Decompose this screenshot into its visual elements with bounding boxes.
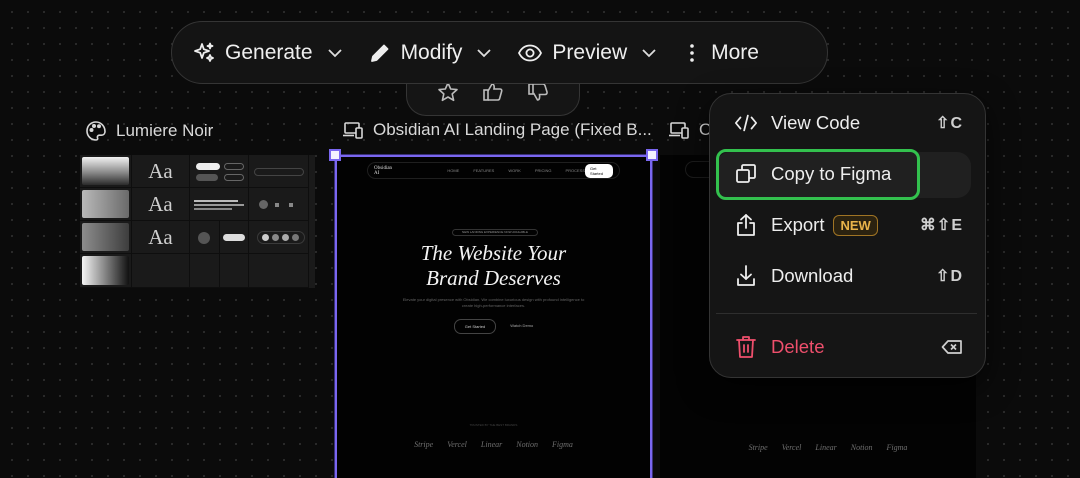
menu-item-export[interactable]: Export NEW ⌘⇧E: [734, 210, 963, 240]
trash-icon: [734, 335, 758, 359]
menu-item-label: Export: [771, 214, 825, 235]
chevron-down-icon: [475, 44, 493, 62]
menu-item-label: Download: [771, 265, 854, 286]
chevron-down-icon: [640, 44, 658, 62]
preview-navbar: Obsidian AI HOME FEATURES WORK PRICING P…: [367, 162, 620, 179]
preview-nav-links: HOME FEATURES WORK PRICING PROCESS: [447, 168, 586, 173]
preview-logo: Obsidian AI: [374, 165, 393, 176]
menu-item-view-code[interactable]: View Code ⇧C: [734, 108, 963, 138]
generate-menu-button[interactable]: Generate: [192, 41, 344, 65]
modify-label: Modify: [400, 40, 463, 64]
icon-samples: [249, 188, 309, 221]
palette-icon: [85, 120, 107, 142]
frame-title: Obsidian AI Landing Page (Fixed B...: [373, 120, 652, 139]
preview-hero-title: The Website Your Brand Deserves: [420, 241, 567, 290]
backspace-key-icon: [941, 338, 963, 356]
menu-divider: [716, 313, 977, 314]
design-system-board[interactable]: Aa Aa Aa: [80, 155, 315, 288]
toggle-samples: [249, 221, 309, 254]
menu-item-copy-to-figma[interactable]: Copy to Figma: [734, 159, 963, 189]
knob-sample: [190, 221, 220, 254]
swatch-neutral: [80, 254, 132, 288]
responsive-devices-icon: [668, 120, 690, 140]
shortcut-hint: ⌘⇧E: [919, 217, 963, 234]
menu-item-label: Copy to Figma: [771, 163, 892, 184]
button-samples: [190, 155, 249, 188]
pencil-icon: [368, 41, 392, 65]
swatch-tertiary: [80, 221, 132, 254]
frame-title: Lumiere Noir: [116, 121, 214, 140]
thumbs-up-icon[interactable]: [482, 81, 504, 103]
eye-icon: [517, 41, 543, 65]
kebab-icon: [688, 42, 696, 64]
frame-label-landing-page[interactable]: Obsidian AI Landing Page (Fixed B...: [342, 120, 652, 140]
text-lines-sample: [190, 188, 249, 221]
preview-brands-caption: TRUSTED BY THE BEST BRANDS: [469, 423, 518, 427]
swatch-primary: [80, 155, 132, 188]
modify-menu-button[interactable]: Modify: [368, 41, 494, 65]
type-sample: Aa: [132, 221, 190, 254]
landing-page-frame[interactable]: Obsidian AI HOME FEATURES WORK PRICING P…: [335, 155, 652, 478]
frame-label-third[interactable]: O: [668, 120, 710, 140]
preview-nav-cta: Get Started: [585, 163, 613, 178]
shortcut-hint: ⇧C: [936, 115, 963, 132]
menu-item-delete[interactable]: Delete: [734, 332, 963, 362]
menu-item-download[interactable]: Download ⇧D: [734, 261, 963, 291]
new-badge: NEW: [833, 214, 878, 236]
menu-item-label: View Code: [771, 112, 861, 133]
preview-hero-pill: NEW LANDING EXPERIENCE NOW AVAILABLE: [452, 229, 538, 236]
share-export-icon: [734, 213, 758, 237]
more-menu-button[interactable]: More: [688, 41, 759, 65]
generate-label: Generate: [225, 40, 313, 64]
copy-icon: [734, 162, 758, 186]
third-brand-logos: Stripe Vercel Linear Notion Figma: [748, 443, 908, 452]
chip-sample: [220, 221, 249, 254]
more-label: More: [711, 40, 759, 64]
type-sample: Aa: [132, 155, 190, 188]
sparkle-icon: [192, 41, 216, 65]
more-context-menu: View Code ⇧C Copy to Figma Export NEW ⌘⇧…: [709, 93, 986, 378]
code-icon: [734, 111, 758, 135]
resize-handle-top-left[interactable]: [329, 149, 341, 161]
thumbs-down-icon[interactable]: [527, 81, 549, 103]
search-sample: [249, 155, 309, 188]
shortcut-hint: ⇧D: [936, 268, 963, 285]
responsive-devices-icon: [342, 120, 364, 140]
chevron-down-icon: [326, 44, 344, 62]
top-toolbar: Generate Modify Preview More: [171, 21, 828, 84]
type-sample: Aa: [132, 188, 190, 221]
swatch-secondary: [80, 188, 132, 221]
preview-hero-subtitle: Elevate your digital presence with Obsid…: [402, 297, 585, 308]
preview-primary-button: Get Started: [453, 319, 497, 334]
frame-label-design-system[interactable]: Lumiere Noir: [85, 120, 213, 142]
download-icon: [734, 264, 758, 288]
resize-handle-top-right[interactable]: [646, 149, 658, 161]
preview-menu-button[interactable]: Preview: [517, 41, 658, 65]
preview-secondary-button: Watch Demo: [510, 323, 534, 328]
star-icon[interactable]: [437, 81, 459, 103]
preview-hero-buttons: Get Started Watch Demo: [337, 319, 650, 334]
preview-brand-logos: Stripe Vercel Linear Notion Figma: [414, 440, 573, 449]
preview-label: Preview: [552, 40, 628, 64]
menu-item-label: Delete: [771, 336, 825, 357]
